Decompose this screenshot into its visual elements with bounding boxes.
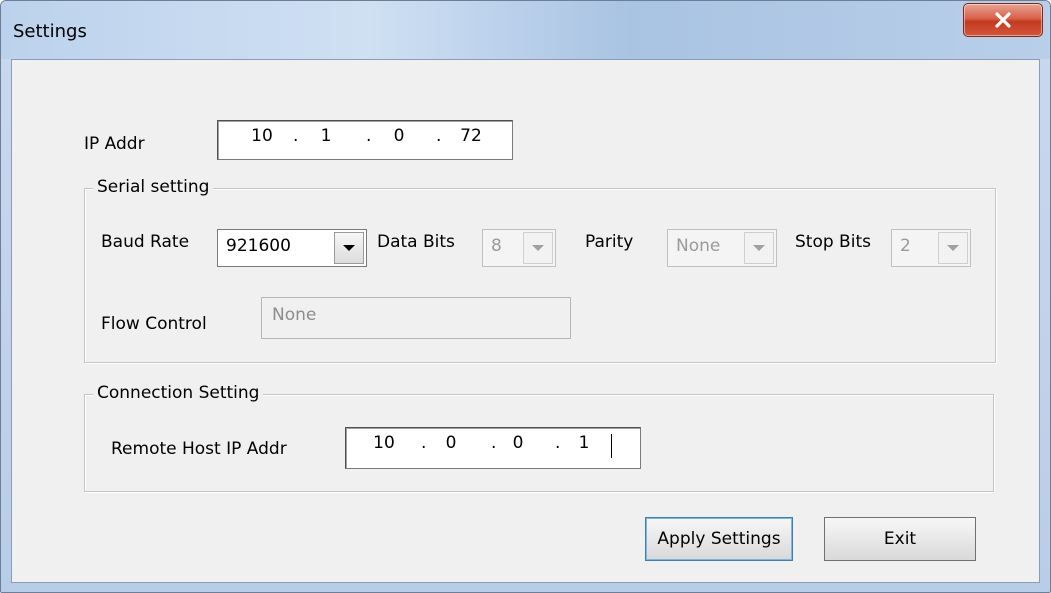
baud-rate-label: Baud Rate: [101, 232, 190, 252]
remote-host-ip-label: Remote Host IP Addr: [111, 439, 287, 459]
ip-dot: .: [555, 433, 561, 453]
serial-setting-title: Serial setting: [93, 177, 214, 197]
close-icon: [994, 12, 1012, 28]
ip-addr-label: IP Addr: [84, 134, 145, 154]
ip-octet-1[interactable]: 10: [242, 126, 282, 146]
ip-dot: .: [366, 126, 372, 146]
parity-select[interactable]: None: [667, 229, 777, 267]
baud-rate-select[interactable]: 921600: [217, 229, 367, 267]
flow-control-field[interactable]: None: [261, 297, 571, 339]
ip-addr-field[interactable]: 10 . 1 . 0 . 72: [217, 120, 513, 160]
parity-value: None: [676, 236, 721, 256]
stop-bits-select[interactable]: 2: [891, 229, 971, 267]
ip-dot: .: [436, 126, 442, 146]
ip-octet-2[interactable]: 1: [306, 126, 346, 146]
remote-ip-octet-1[interactable]: 10: [364, 433, 404, 453]
remote-ip-octet-3[interactable]: 0: [498, 433, 538, 453]
data-bits-value: 8: [491, 236, 502, 256]
chevron-down-icon[interactable]: [523, 232, 553, 264]
exit-button[interactable]: Exit: [824, 517, 976, 561]
serial-setting-group: Serial setting Baud Rate 921600 Data Bit…: [84, 177, 996, 363]
window-title: Settings: [13, 21, 87, 42]
stop-bits-value: 2: [900, 236, 911, 256]
apply-settings-button[interactable]: Apply Settings: [645, 517, 793, 561]
stop-bits-label: Stop Bits: [795, 232, 871, 252]
flow-control-value: None: [272, 305, 317, 325]
ip-octet-4[interactable]: 72: [451, 126, 491, 146]
flow-control-label: Flow Control: [101, 314, 207, 334]
data-bits-select[interactable]: 8: [482, 229, 556, 267]
ip-dot: .: [491, 433, 497, 453]
connection-setting-group: Connection Setting Remote Host IP Addr 1…: [84, 383, 994, 492]
dialog-client-area: IP Addr 10 . 1 . 0 . 72 Serial setting B…: [11, 59, 1040, 583]
parity-label: Parity: [585, 232, 634, 252]
remote-ip-octet-4[interactable]: 1: [564, 433, 604, 453]
data-bits-label: Data Bits: [377, 232, 455, 252]
connection-setting-title: Connection Setting: [93, 383, 264, 403]
close-button[interactable]: [963, 3, 1043, 37]
chevron-down-icon[interactable]: [744, 232, 774, 264]
ip-octet-3[interactable]: 0: [379, 126, 419, 146]
chevron-down-icon[interactable]: [938, 232, 968, 264]
chevron-down-icon[interactable]: [334, 232, 364, 264]
ip-dot: .: [293, 126, 299, 146]
ip-dot: .: [421, 433, 427, 453]
remote-host-ip-field[interactable]: 10 . 0 . 0 . 1: [345, 427, 641, 469]
baud-rate-value: 921600: [226, 236, 291, 256]
text-caret: [611, 434, 612, 458]
settings-window: Settings IP Addr 10 . 1 . 0 . 72 Serial …: [0, 0, 1051, 593]
title-bar[interactable]: Settings: [1, 1, 1050, 59]
remote-ip-octet-2[interactable]: 0: [431, 433, 471, 453]
